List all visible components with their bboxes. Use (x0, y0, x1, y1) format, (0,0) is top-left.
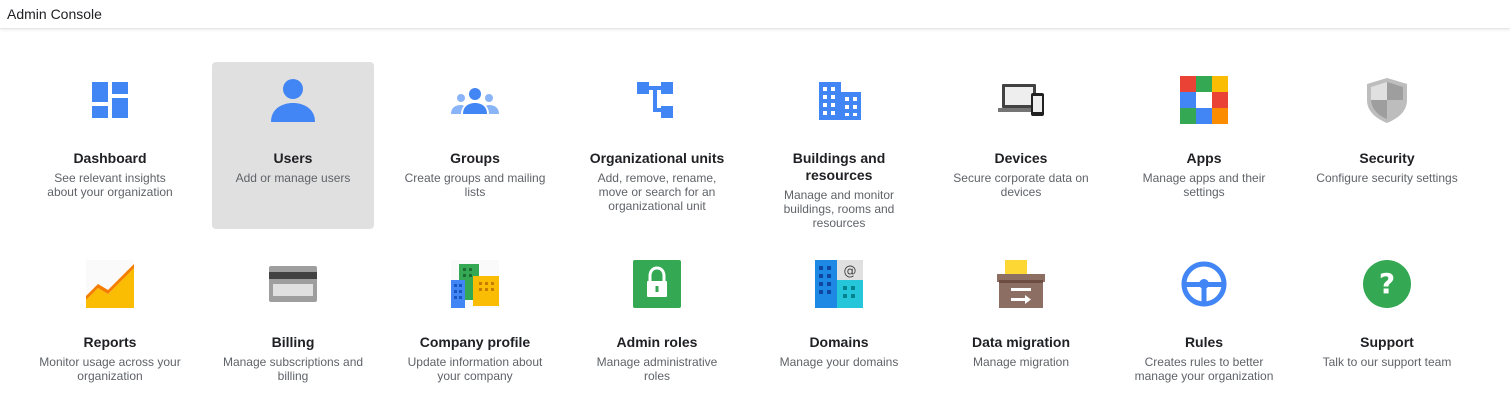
card-description: Create groups and mailing lists (404, 171, 546, 199)
card-title: Security (1359, 150, 1415, 166)
app-title: Admin Console (7, 6, 102, 22)
card-dashboard[interactable]: Dashboard See relevant insights about yo… (29, 62, 191, 229)
company-buildings-icon (451, 260, 499, 308)
card-title: Dashboard (73, 150, 147, 166)
apps-grid-icon (1180, 76, 1228, 124)
migration-box-icon (997, 260, 1045, 308)
card-description: Manage your domains (779, 355, 899, 369)
card-description: Talk to our support team (1322, 355, 1452, 369)
card-title: Domains (809, 334, 869, 350)
svg-text:?: ? (1379, 267, 1395, 300)
card-title: Admin roles (616, 334, 698, 350)
card-support[interactable]: ? Support Talk to our support team (1306, 246, 1468, 406)
card-title: Apps (1186, 150, 1222, 166)
svg-text:@: @ (844, 264, 857, 279)
card-rules[interactable]: Rules Creates rules to better manage you… (1123, 246, 1285, 406)
lock-icon (633, 260, 681, 308)
card-organizational-units[interactable]: Organizational units Add, remove, rename… (576, 62, 738, 229)
card-admin-roles[interactable]: Admin roles Manage administrative roles (576, 246, 738, 406)
card-description: Manage subscriptions and billing (222, 355, 364, 383)
card-description: Manage migration (972, 355, 1070, 369)
shield-icon (1363, 76, 1411, 124)
app-header: Admin Console (0, 0, 1510, 29)
card-security[interactable]: Security Configure security settings (1306, 62, 1468, 229)
card-groups[interactable]: Groups Create groups and mailing lists (394, 62, 556, 229)
card-users[interactable]: Users Add or manage users (212, 62, 374, 229)
card-company-profile[interactable]: Company profile Update information about… (394, 246, 556, 406)
card-description: Manage apps and their settings (1142, 171, 1266, 199)
card-title: Billing (271, 334, 315, 350)
card-description: Manage administrative roles (596, 355, 718, 383)
card-title: Buildings and resources (792, 150, 886, 183)
user-icon (269, 76, 317, 124)
card-description: Creates rules to better manage your orga… (1134, 355, 1274, 383)
card-apps[interactable]: Apps Manage apps and their settings (1123, 62, 1285, 229)
org-tree-icon (633, 76, 681, 124)
card-domains[interactable]: @ Domains Manage your domains (758, 246, 920, 406)
card-devices[interactable]: Devices Secure corporate data on devices (940, 62, 1102, 229)
steering-wheel-icon (1180, 260, 1228, 308)
card-title: Organizational units (589, 150, 725, 166)
card-description: Update information about your company (407, 355, 543, 383)
groups-icon (451, 76, 499, 124)
card-title: Users (273, 150, 313, 166)
card-description: Add or manage users (235, 171, 351, 185)
card-title: Groups (450, 150, 500, 166)
card-data-migration[interactable]: Data migration Manage migration (940, 246, 1102, 406)
devices-icon (997, 76, 1045, 124)
card-title: Devices (994, 150, 1048, 166)
card-description: Configure security settings (1316, 171, 1458, 185)
card-title: Support (1360, 334, 1414, 350)
card-title: Data migration (971, 334, 1070, 350)
card-title: Reports (83, 334, 137, 350)
credit-card-icon (269, 260, 317, 308)
card-description: Manage and monitor buildings, rooms and … (783, 188, 895, 230)
card-buildings-and-resources[interactable]: Buildings and resources Manage and monit… (758, 62, 920, 230)
card-description: Monitor usage across your organization (39, 355, 181, 383)
dashboard-icon (86, 76, 134, 124)
help-icon: ? (1363, 260, 1411, 308)
card-reports[interactable]: Reports Monitor usage across your organi… (29, 246, 191, 406)
card-description: See relevant insights about your organiz… (47, 171, 173, 199)
reports-chart-icon (86, 260, 134, 308)
card-title: Company profile (419, 334, 531, 350)
card-title: Rules (1184, 334, 1224, 350)
domains-icon: @ (815, 260, 863, 308)
building-icon (815, 76, 863, 124)
card-description: Secure corporate data on devices (953, 171, 1089, 199)
card-description: Add, remove, rename, move or search for … (597, 171, 717, 213)
card-billing[interactable]: Billing Manage subscriptions and billing (212, 246, 374, 406)
